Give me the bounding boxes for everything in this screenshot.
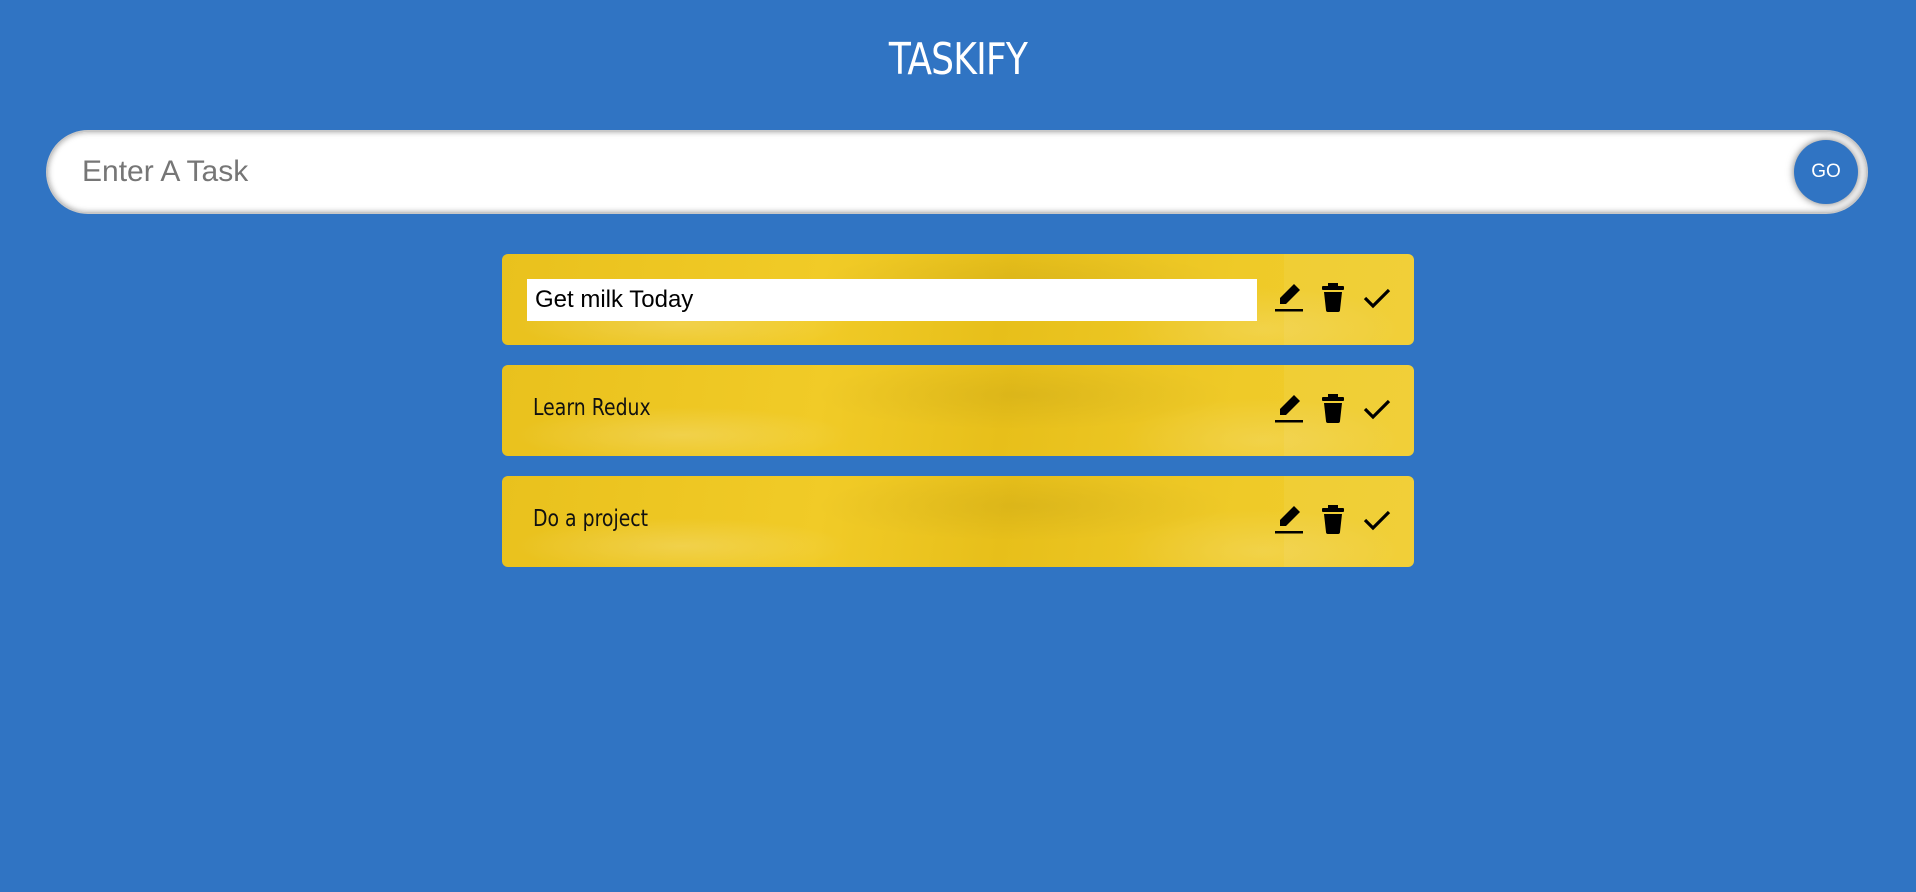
go-button[interactable]: GO (1794, 140, 1858, 204)
task-card: Learn Redux (502, 365, 1414, 456)
task-input[interactable] (82, 144, 1782, 200)
app-title: TASKIFY (888, 34, 1028, 85)
done-icon[interactable] (1360, 391, 1394, 427)
edit-icon[interactable] (1272, 280, 1306, 316)
edit-icon[interactable] (1272, 502, 1306, 538)
task-text: Learn Redux (533, 395, 651, 421)
done-icon[interactable] (1360, 502, 1394, 538)
task-card (502, 254, 1414, 345)
delete-icon[interactable] (1316, 280, 1350, 316)
task-card: Do a project (502, 476, 1414, 567)
edit-icon[interactable] (1272, 391, 1306, 427)
task-edit-input[interactable] (527, 279, 1257, 321)
done-icon[interactable] (1360, 280, 1394, 316)
task-text: Do a project (533, 506, 649, 532)
task-list: Learn Redux Do a project (502, 254, 1414, 587)
task-form: GO (46, 130, 1868, 214)
delete-icon[interactable] (1316, 391, 1350, 427)
delete-icon[interactable] (1316, 502, 1350, 538)
